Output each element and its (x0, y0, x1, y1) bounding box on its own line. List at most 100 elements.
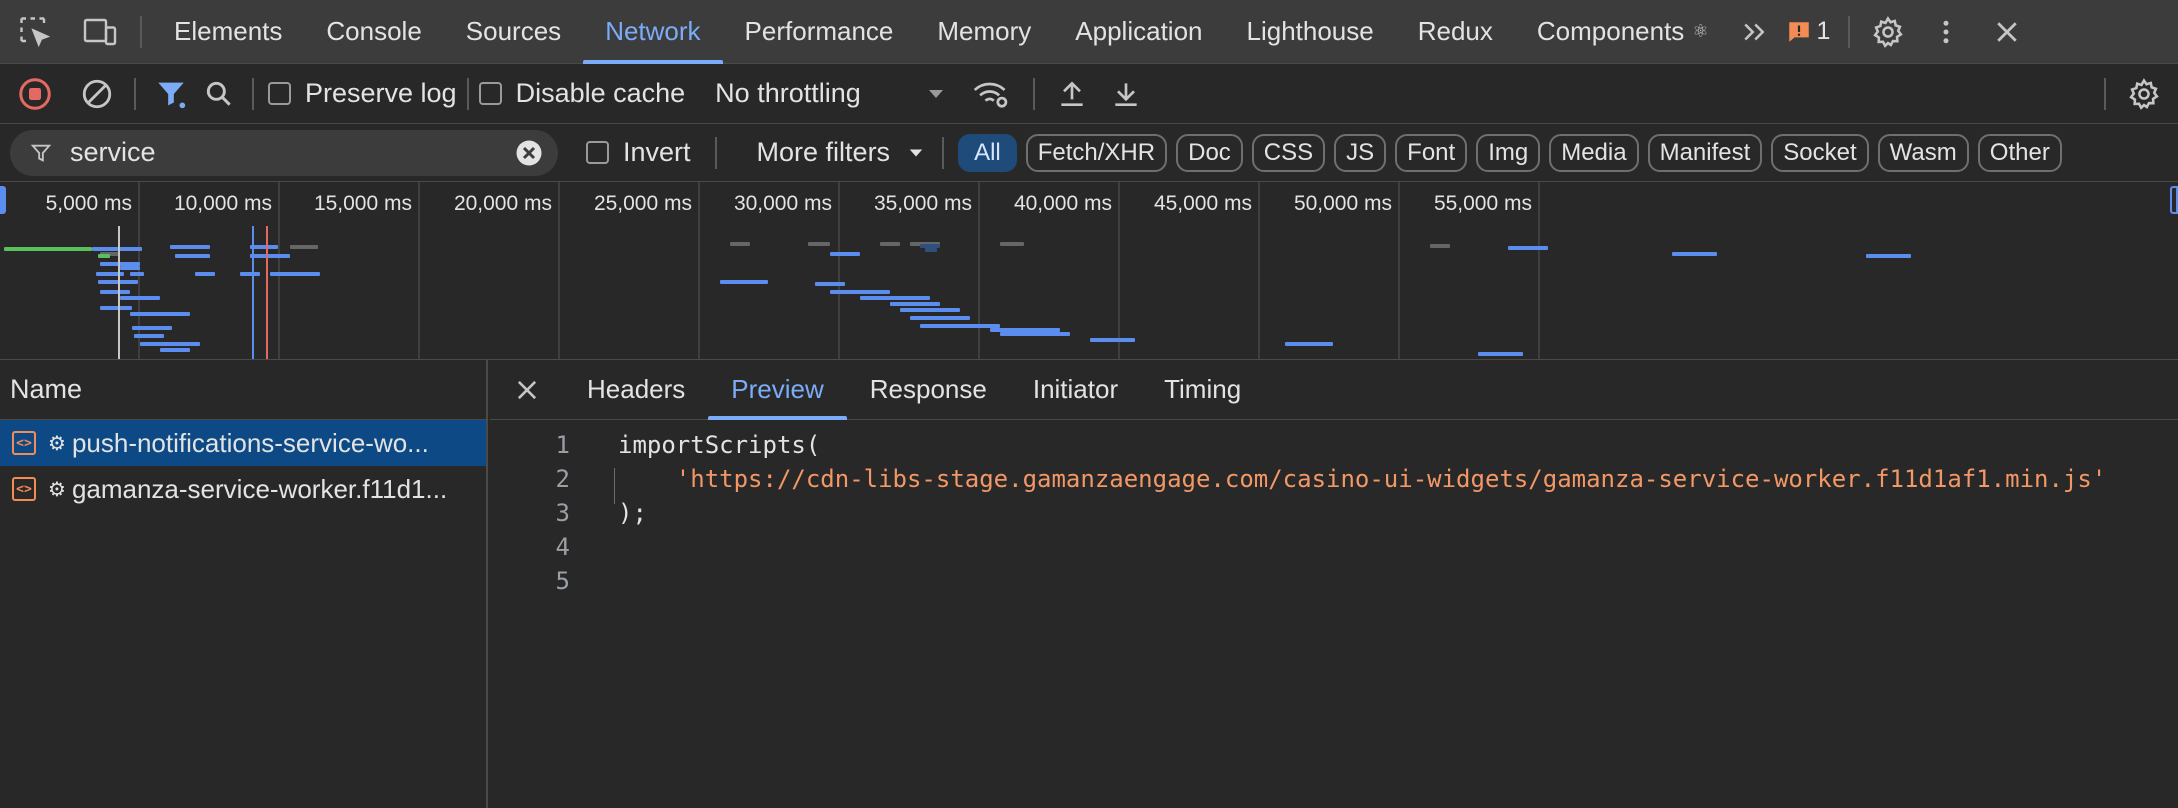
stop-recording-button[interactable] (0, 64, 70, 124)
waterfall-bar (830, 252, 860, 256)
preserve-log-label: Preserve log (305, 78, 457, 108)
request-row[interactable]: <> ⚙ push-notifications-service-wo... (0, 420, 486, 466)
tab-label: Elements (174, 16, 283, 46)
waterfall-bar (140, 342, 200, 346)
disable-cache-checkbox[interactable]: Disable cache (478, 78, 685, 109)
waterfall-bar (170, 245, 210, 249)
tab-components[interactable]: Components ⚛ (1515, 0, 1731, 64)
code-line: 1 importScripts( (490, 428, 2178, 462)
throttling-select[interactable]: No throttling (715, 78, 945, 109)
waterfall-bar (98, 254, 110, 258)
waterfall-bar (730, 242, 750, 246)
preserve-log-checkbox[interactable]: Preserve log (268, 78, 457, 109)
filter-type-doc[interactable]: Doc (1176, 133, 1243, 172)
filter-type-other[interactable]: Other (1977, 133, 2062, 172)
separator (714, 136, 717, 169)
detail-tab-preview[interactable]: Preview (708, 360, 848, 420)
filter-type-socket[interactable]: Socket (1771, 133, 1869, 172)
tab-lighthouse[interactable]: Lighthouse (1225, 0, 1396, 64)
tab-sources[interactable]: Sources (444, 0, 583, 64)
service-worker-gear-icon: ⚙ (48, 432, 66, 455)
gear-icon (1873, 15, 1904, 48)
detail-tab-response[interactable]: Response (847, 360, 1010, 420)
tab-label: Components (1536, 16, 1685, 46)
clear-filter-icon[interactable] (514, 138, 544, 168)
search-button[interactable] (196, 64, 242, 124)
name-column-header[interactable]: Name (0, 360, 486, 420)
checkbox-box[interactable] (478, 82, 502, 105)
detail-tab-headers[interactable]: Headers (564, 360, 708, 420)
inspect-icon (20, 16, 51, 47)
kebab-menu-icon (1943, 20, 1949, 43)
network-conditions-button[interactable] (959, 64, 1023, 124)
device-toolbar-button[interactable] (70, 0, 130, 64)
filter-type-manifest[interactable]: Manifest (1647, 133, 1763, 172)
filter-type-img[interactable]: Img (1476, 133, 1541, 172)
device-icon (83, 18, 117, 45)
panel-tabs: Elements Console Sources Network Performance… (152, 0, 1730, 64)
separator (466, 77, 469, 110)
tab-console[interactable]: Console (304, 0, 443, 64)
issue-flag-icon (1789, 21, 1810, 42)
tab-application[interactable]: Application (1053, 0, 1224, 64)
issues-button[interactable]: 1 (1778, 0, 1838, 64)
invert-checkbox[interactable]: Invert (586, 137, 691, 168)
waterfall-bar (1478, 352, 1523, 356)
filter-type-wasm[interactable]: Wasm (1877, 133, 1969, 172)
preview-code-view[interactable]: 1 importScripts(2 'https://cdn-libs-stage… (490, 420, 2178, 598)
waterfall-bar (290, 245, 318, 249)
more-filters-dropdown[interactable]: More filters (757, 137, 925, 168)
checkbox-box[interactable] (268, 82, 291, 105)
tab-performance[interactable]: Performance (723, 0, 916, 64)
checkbox-box[interactable] (586, 141, 609, 164)
script-file-icon: <> (12, 477, 36, 501)
code-text: 'https://cdn-libs-stage.gamanzaengage.co… (618, 465, 2107, 493)
clear-button[interactable] (70, 64, 124, 124)
settings-button[interactable] (1860, 0, 1916, 64)
funnel-icon (30, 144, 52, 162)
waterfall-bar (270, 272, 320, 276)
tab-network[interactable]: Network (583, 0, 723, 64)
export-har-button[interactable] (1099, 64, 1153, 124)
close-detail-button[interactable] (490, 360, 564, 420)
invert-label: Invert (623, 137, 691, 167)
inspect-element-button[interactable] (0, 0, 70, 64)
filter-type-all[interactable]: All (958, 133, 1017, 172)
network-overview[interactable]: 5,000 ms 10,000 ms 15,000 ms 20,000 ms 25,00… (0, 182, 2178, 360)
search-icon (206, 81, 231, 106)
waterfall-bar (808, 242, 830, 246)
overview-right-handle[interactable] (2170, 186, 2178, 214)
filter-type-font[interactable]: Font (1395, 133, 1468, 172)
request-row[interactable]: <> ⚙ gamanza-service-worker.f11d1... (0, 466, 486, 512)
detail-tab-initiator[interactable]: Initiator (1010, 360, 1141, 420)
script-file-icon: <> (12, 431, 36, 455)
close-icon (1997, 21, 2018, 42)
line-number: 1 (555, 431, 570, 459)
tab-label: Network (605, 16, 701, 46)
filter-type-fetchxhr[interactable]: Fetch/XHR (1025, 133, 1168, 172)
code-line: 2 'https://cdn-libs-stage.gamanzaengage.… (490, 462, 2178, 496)
customize-menu-button[interactable] (1916, 0, 1976, 64)
filter-input[interactable] (70, 137, 496, 168)
waterfall-bar (1508, 246, 1548, 250)
waterfall-bar (195, 272, 215, 276)
more-tabs-button[interactable] (1730, 0, 1778, 64)
filter-type-css[interactable]: CSS (1251, 133, 1326, 172)
tab-label: Memory (937, 16, 1032, 46)
tab-label: Sources (465, 16, 562, 46)
tab-redux[interactable]: Redux (1396, 0, 1515, 64)
import-har-button[interactable] (1045, 64, 1099, 124)
tab-elements[interactable]: Elements (152, 0, 304, 64)
line-number: 2 (555, 465, 570, 493)
waterfall-bar (120, 266, 140, 270)
close-devtools-button[interactable] (1976, 0, 2038, 64)
tab-memory[interactable]: Memory (915, 0, 1053, 64)
waterfall-bar (815, 282, 845, 286)
timing-marker-line (118, 226, 120, 359)
network-settings-button[interactable] (2116, 64, 2172, 124)
filter-toggle-button[interactable] (146, 64, 196, 124)
filter-type-js[interactable]: JS (1334, 133, 1387, 172)
filter-type-media[interactable]: Media (1549, 133, 1639, 172)
detail-tab-timing[interactable]: Timing (1141, 360, 1264, 420)
filter-search-box (10, 129, 558, 176)
